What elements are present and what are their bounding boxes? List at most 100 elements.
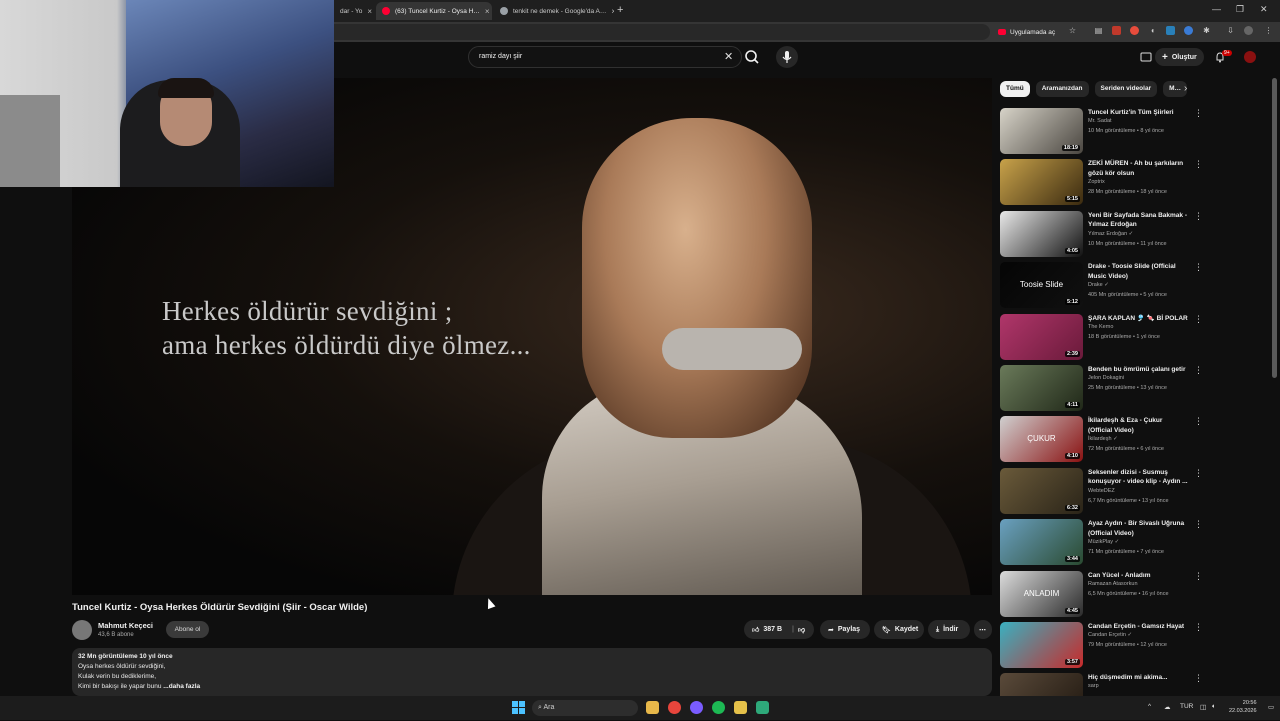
recommendation-item[interactable]: ÇUKUR 4:10 İkilardeşh & Eza - Çukur (Offic… <box>1000 416 1203 464</box>
save-button[interactable]: 🔖︎ Kaydet <box>874 620 924 639</box>
recommendation-title[interactable]: Seksenler dizisi - Susmuş konuşuyor - vi… <box>1088 468 1188 487</box>
new-tab-icon[interactable]: + <box>617 4 623 16</box>
taskbar-search[interactable]: ⌕ Ara <box>532 700 638 716</box>
browser-tab[interactable]: tenkit ne demek - Google'da A… × <box>494 2 614 20</box>
browser-tab[interactable]: dar - Yo × <box>334 2 374 20</box>
recommendation-title[interactable]: İkilardeşh & Eza - Çukur (Official Video… <box>1088 416 1188 435</box>
recommendation-title[interactable]: Ayaz Aydın - Bir Sivaslı Uğruna (Officia… <box>1088 519 1188 538</box>
recommendation-channel[interactable]: İkilardeşh ✓ <box>1088 436 1118 442</box>
search-icon[interactable] <box>742 47 762 67</box>
more-options-icon[interactable]: ⋮ <box>1194 314 1203 325</box>
extension-icon[interactable]: ◖ <box>1148 26 1157 35</box>
search-input[interactable]: ramiz dayı şiir <box>479 53 522 60</box>
recommendation-item[interactable]: 5:15 ZEKİ MÜREN - Ah bu şarkıların gözü k… <box>1000 159 1203 207</box>
recommendation-item[interactable]: ANLADIM 4:45 Can Yücel - Anladım Ramazan At… <box>1000 570 1203 619</box>
recommendation-title[interactable]: Benden bu ömrümü çalanı getir <box>1088 365 1188 375</box>
description-box[interactable]: 32 Mn görüntüleme 10 yıl önce Oysa herke… <box>72 648 992 696</box>
cloud-icon[interactable]: ☁ <box>1164 703 1171 711</box>
recommendation-item[interactable]: 2:39 ŞARA KAPLAN 🎐 🍬 Bİ POLAR The Kemo 18 B… <box>1000 313 1203 362</box>
like-button[interactable]: 👍︎ 387 B | 👎︎ <box>744 620 814 639</box>
show-more-link[interactable]: ...daha fazla <box>163 683 200 690</box>
recommendation-channel[interactable]: MüzikPlay ✓ <box>1088 539 1119 545</box>
recommendation-channel[interactable]: sarp <box>1088 683 1099 689</box>
volume-icon[interactable]: 🔈︎ <box>1212 703 1216 711</box>
download-icon[interactable]: ⇩ <box>1226 26 1235 35</box>
more-options-icon[interactable]: ⋮ <box>1194 211 1203 222</box>
extension-icon[interactable] <box>1184 26 1193 35</box>
more-actions-button[interactable]: ⋯ <box>974 620 992 639</box>
extension-icon[interactable]: ▤ <box>1094 26 1103 35</box>
more-options-icon[interactable]: ⋮ <box>1194 416 1203 427</box>
extension-icon[interactable] <box>1112 26 1121 35</box>
more-options-icon[interactable]: ⋮ <box>1194 673 1203 684</box>
file-explorer-icon[interactable] <box>646 701 659 714</box>
browser-tab-active[interactable]: (63) Tuncel Kurtiz - Oysa H… × <box>376 2 492 20</box>
more-options-icon[interactable]: ⋮ <box>1194 262 1203 273</box>
app-icon[interactable] <box>734 701 747 714</box>
channel-avatar[interactable] <box>72 620 92 640</box>
recommendation-thumbnail[interactable]: 18:19 <box>1000 108 1083 154</box>
maximize-icon[interactable]: ❐ <box>1236 4 1244 15</box>
voice-search-button[interactable] <box>776 46 798 68</box>
more-options-icon[interactable]: ⋮ <box>1194 468 1203 479</box>
open-in-app-button[interactable]: Uygulamada aç <box>998 25 1055 39</box>
bookmark-star-icon[interactable]: ☆ <box>1068 26 1077 35</box>
system-clock[interactable]: 20:56 22.03.2026 <box>1229 699 1257 715</box>
clear-search-icon[interactable]: ✕ <box>724 50 733 63</box>
more-options-icon[interactable]: ⋮ <box>1194 108 1203 119</box>
cast-icon[interactable] <box>1140 51 1152 63</box>
tray-chevron-icon[interactable]: ^ <box>1148 703 1151 710</box>
close-icon[interactable]: × <box>611 7 614 16</box>
recommendation-thumbnail[interactable]: Toosie Slide 5:12 <box>1000 262 1083 309</box>
browser-menu-icon[interactable]: ⋮ <box>1264 26 1273 35</box>
recommendation-title[interactable]: ŞARA KAPLAN 🎐 🍬 Bİ POLAR <box>1088 314 1188 324</box>
recommendation-item[interactable]: 18:19 Tuncel Kurtiz'in Tüm Şiirleri Mr. Sa… <box>1000 108 1203 156</box>
address-bar[interactable] <box>300 24 990 40</box>
more-options-icon[interactable]: ⋮ <box>1194 159 1203 170</box>
more-options-icon[interactable]: ⋮ <box>1194 622 1203 633</box>
recommendation-channel[interactable]: Zoptrix <box>1088 179 1105 185</box>
scrollbar[interactable] <box>1272 78 1277 378</box>
profile-avatar-icon[interactable] <box>1244 26 1253 35</box>
channel-name[interactable]: Mahmut Keçeci <box>98 621 153 630</box>
recommendation-channel[interactable]: Yılmaz Erdoğan ✓ <box>1088 231 1133 237</box>
recommendation-item[interactable]: 6:32 Seksenler dizisi - Susmuş konuşuyor … <box>1000 467 1203 516</box>
recommendation-channel[interactable]: Drake ✓ <box>1088 282 1109 288</box>
recommendation-item[interactable]: 4:05 Yeni Bir Sayfada Sana Bakmak - Yılma… <box>1000 210 1203 259</box>
subscribe-button[interactable]: Abone ol <box>166 621 209 638</box>
more-options-icon[interactable]: ⋮ <box>1194 365 1203 376</box>
recommendation-title[interactable]: Tuncel Kurtiz'in Tüm Şiirleri <box>1088 108 1188 118</box>
create-button[interactable]: + Oluştur <box>1155 48 1204 66</box>
close-icon[interactable]: × <box>367 7 372 16</box>
recommendation-item[interactable]: Toosie Slide 5:12 Drake - Toosie Slide (Of… <box>1000 262 1203 310</box>
recommendation-thumbnail[interactable]: 2:39 <box>1000 313 1083 360</box>
recommendation-title[interactable]: Drake - Toosie Slide (Official Music Vid… <box>1088 262 1188 281</box>
spotify-icon[interactable] <box>712 701 725 714</box>
download-button[interactable]: ⤓ İndir <box>928 620 970 639</box>
recommendation-channel[interactable]: The Kemo <box>1088 324 1113 330</box>
recommendation-channel[interactable]: WebteDEZ <box>1088 488 1115 494</box>
close-window-icon[interactable]: ✕ <box>1260 4 1268 15</box>
recommendation-channel[interactable]: Ramazan Atasorkun <box>1088 581 1138 587</box>
recommendation-title[interactable]: ZEKİ MÜREN - Ah bu şarkıların gözü kör o… <box>1088 159 1188 178</box>
recommendation-item[interactable]: 3:57 Candan Erçetin - Gamsız Hayat Candan … <box>1000 622 1203 670</box>
recommendation-thumbnail[interactable]: ANLADIM 4:45 <box>1000 570 1083 617</box>
recommendation-channel[interactable]: Jelon Dokagini <box>1088 375 1124 381</box>
recommendation-title[interactable]: Candan Erçetin - Gamsız Hayat <box>1088 622 1188 632</box>
chevron-right-icon[interactable]: › <box>1184 83 1187 94</box>
recommendation-thumbnail[interactable]: ÇUKUR 4:10 <box>1000 416 1083 463</box>
more-options-icon[interactable]: ⋮ <box>1194 519 1203 530</box>
thumbs-down-icon[interactable]: 👎︎ <box>798 625 805 634</box>
chrome-icon[interactable] <box>668 701 681 714</box>
app-icon[interactable] <box>690 701 703 714</box>
share-button[interactable]: ➦ Paylaş <box>820 620 870 639</box>
recommendation-thumbnail[interactable]: 3:57 <box>1000 622 1083 668</box>
extensions-puzzle-icon[interactable]: ✱ <box>1202 26 1211 35</box>
extension-icon[interactable] <box>1130 26 1139 35</box>
recommendation-channel[interactable]: Candan Erçetin ✓ <box>1088 632 1132 638</box>
close-icon[interactable]: × <box>485 7 490 16</box>
minimize-icon[interactable]: — <box>1212 4 1221 14</box>
extension-icon[interactable] <box>1166 26 1175 35</box>
app-icon[interactable] <box>756 701 769 714</box>
network-icon[interactable]: ◫ <box>1200 703 1206 711</box>
